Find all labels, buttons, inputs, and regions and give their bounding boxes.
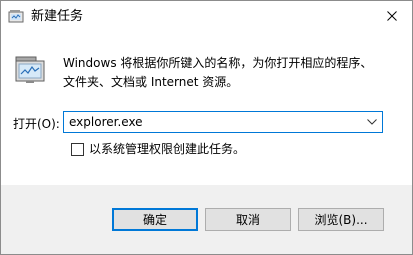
- admin-checkbox-row[interactable]: 以系统管理权限创建此任务。: [71, 141, 245, 157]
- run-program-icon: [13, 52, 47, 86]
- cancel-button[interactable]: 取消: [205, 208, 291, 231]
- run-icon: [8, 8, 24, 24]
- browse-button[interactable]: 浏览(B)...: [298, 208, 384, 231]
- new-task-dialog: 新建任务 Windows 将根据你所键入的名称，为你打开相应的程序、 文件夹、文…: [0, 0, 413, 255]
- chevron-down-icon[interactable]: [364, 114, 380, 130]
- open-input[interactable]: explorer.exe: [69, 114, 143, 130]
- ok-button[interactable]: 确定: [112, 208, 198, 231]
- close-button[interactable]: [372, 1, 412, 32]
- admin-checkbox-label[interactable]: 以系统管理权限创建此任务。: [89, 141, 245, 157]
- description: Windows 将根据你所键入的名称，为你打开相应的程序、 文件夹、文档或 In…: [63, 54, 393, 92]
- dialog-footer: 确定 取消 浏览(B)...: [1, 185, 412, 254]
- close-icon: [387, 10, 397, 24]
- description-line-2: 文件夹、文档或 Internet 资源。: [63, 75, 239, 89]
- admin-checkbox[interactable]: [71, 142, 84, 156]
- window-title: 新建任务: [31, 9, 84, 24]
- dialog-body: Windows 将根据你所键入的名称，为你打开相应的程序、 文件夹、文档或 In…: [1, 32, 412, 185]
- title-bar: 新建任务: [1, 1, 412, 32]
- open-label: 打开(O):: [13, 117, 60, 131]
- open-combobox[interactable]: explorer.exe: [63, 111, 383, 133]
- description-line-1: Windows 将根据你所键入的名称，为你打开相应的程序、: [63, 56, 373, 70]
